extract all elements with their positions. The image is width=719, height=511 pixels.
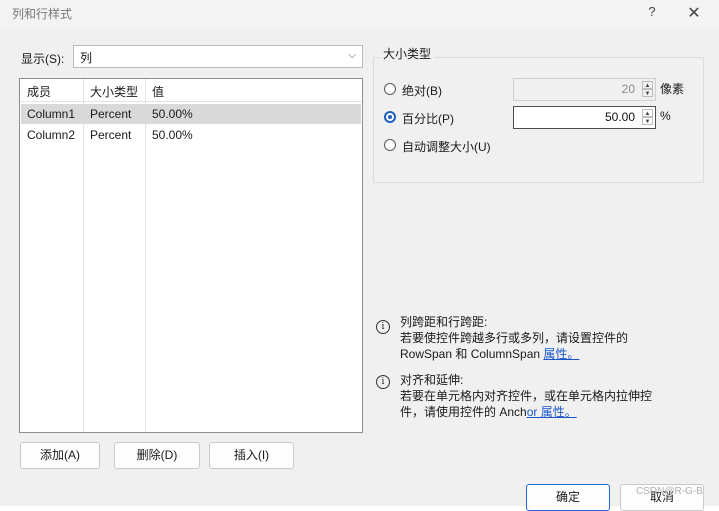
- info-icon: i: [376, 375, 390, 389]
- table-row[interactable]: Column1 Percent 50.00%: [21, 104, 361, 124]
- align-info: 对齐和延伸: 若要在单元格内对齐控件，或在单元格内拉伸控 件，请使用控件的 An…: [400, 372, 652, 420]
- percent-radio[interactable]: [384, 111, 396, 123]
- autosize-radio[interactable]: [384, 139, 396, 151]
- close-button[interactable]: ✕: [686, 3, 702, 23]
- help-button[interactable]: ?: [645, 4, 659, 19]
- absolute-unit: 像素: [660, 82, 685, 96]
- span-info-line2: RowSpan 和 ColumnSpan 属性。: [400, 347, 580, 361]
- percent-spin-arrows[interactable]: ▲ ▼: [642, 109, 653, 126]
- span-info-line1: 若要使控件跨越多行或多列，请设置控件的: [400, 331, 629, 345]
- ok-button[interactable]: 确定: [526, 484, 610, 511]
- watermark: CSDN@R-G-B: [636, 486, 703, 497]
- span-info-title: 列跨距和行跨距:: [400, 315, 488, 329]
- anchor-properties-link[interactable]: or 属性。: [527, 405, 577, 419]
- absolute-label[interactable]: 绝对(B): [402, 82, 442, 99]
- title-bar: 列和行样式 ? ✕: [0, 0, 719, 28]
- table-row[interactable]: Column2 Percent 50.00%: [21, 125, 361, 145]
- percent-label[interactable]: 百分比(P): [402, 110, 454, 127]
- show-combobox[interactable]: 列 ⌵: [73, 45, 363, 68]
- chevron-down-icon[interactable]: ⌵: [348, 50, 356, 61]
- header-size-type[interactable]: 大小类型: [90, 83, 138, 100]
- cell-member: Column2: [27, 128, 76, 142]
- align-info-line1: 若要在单元格内对齐控件，或在单元格内拉伸控: [400, 389, 653, 403]
- spin-down-icon: ▼: [642, 117, 653, 125]
- window-title: 列和行样式: [12, 7, 73, 21]
- absolute-value: 20: [621, 82, 635, 96]
- cell-size-type: Percent: [90, 107, 132, 121]
- header-member[interactable]: 成员: [27, 83, 51, 100]
- style-table[interactable]: 成员 大小类型 值 Column1 Percent 50.00% Column2…: [19, 78, 363, 433]
- show-selected-value: 列: [80, 51, 93, 65]
- add-button[interactable]: 添加(A): [20, 442, 100, 469]
- absolute-radio[interactable]: [384, 83, 396, 95]
- cell-value: 50.00%: [152, 128, 193, 142]
- percent-unit: %: [660, 109, 671, 123]
- dialog: 列和行样式 ? ✕ 显示(S): 列 ⌵ 成员 大小类型 值 Column1 P…: [0, 0, 719, 511]
- header-divider: [20, 101, 362, 102]
- align-info-line2: 件，请使用控件的 Anchor 属性。: [400, 405, 577, 419]
- span-properties-link[interactable]: 属性。: [543, 347, 579, 361]
- size-type-group-title: 大小类型: [380, 45, 435, 62]
- spin-down-icon: ▼: [642, 89, 653, 97]
- percent-value[interactable]: 50.00: [605, 110, 635, 124]
- cell-value: 50.00%: [152, 107, 193, 121]
- spin-up-icon: ▲: [642, 81, 653, 89]
- cell-size-type: Percent: [90, 128, 132, 142]
- show-label: 显示(S):: [21, 52, 65, 66]
- spin-up-icon: ▲: [642, 109, 653, 117]
- delete-button[interactable]: 删除(D): [114, 442, 200, 469]
- span-info: 列跨距和行跨距: 若要使控件跨越多行或多列，请设置控件的 RowSpan 和 C…: [400, 314, 628, 362]
- align-info-title: 对齐和延伸:: [400, 373, 464, 387]
- insert-button[interactable]: 插入(I): [209, 442, 294, 469]
- info-icon: i: [376, 320, 390, 334]
- cell-member: Column1: [27, 107, 76, 121]
- header-value[interactable]: 值: [152, 83, 164, 100]
- autosize-label[interactable]: 自动调整大小(U): [402, 138, 491, 155]
- absolute-spin-arrows: ▲ ▼: [642, 81, 653, 98]
- absolute-value-stepper: 20 ▲ ▼: [513, 78, 656, 101]
- percent-value-stepper[interactable]: 50.00 ▲ ▼: [513, 106, 656, 129]
